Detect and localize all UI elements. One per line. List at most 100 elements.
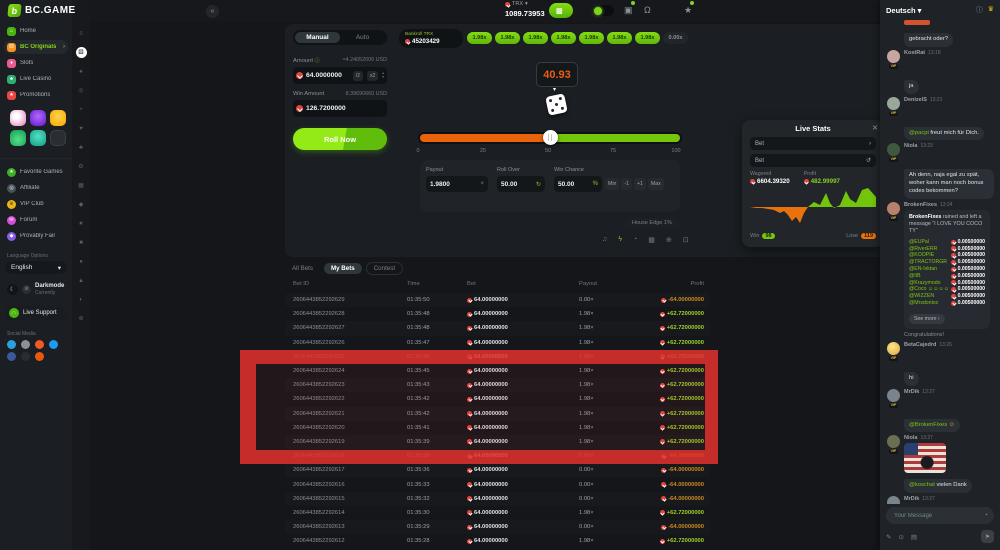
logo[interactable]: b BC.GAME (8, 4, 76, 17)
rain-recipient-name[interactable]: @IIB (909, 273, 921, 280)
amount-stepper[interactable]: ▴ ▾ (382, 72, 384, 80)
chat-image[interactable] (904, 443, 946, 473)
table-row[interactable]: 2606443852292616 01:35:33 64.00000000 0.… (285, 477, 710, 491)
rail-game-icon[interactable]: ● (76, 256, 87, 267)
rail-game-icon[interactable]: ⚄ (76, 47, 87, 58)
table-row[interactable]: 2606443852292613 01:35:29 64.00000000 0.… (285, 520, 710, 534)
table-row[interactable]: 2606443852292627 01:35:48 64.00000000 1.… (285, 321, 710, 335)
emoji-picker-icon[interactable]: ◔ (984, 512, 988, 519)
social-icon[interactable] (21, 352, 30, 361)
sidebar-item[interactable]: ✉ Forum (4, 213, 68, 227)
rain-recipient-name[interactable]: @RiverERR (909, 246, 937, 253)
social-icon[interactable] (35, 352, 44, 361)
win-chance-step-button[interactable]: +1 (634, 178, 646, 190)
sidebar-item[interactable]: ♛ VIP Club (4, 197, 68, 211)
game-toolbar-icon[interactable]: ⊡ (683, 236, 689, 244)
darkmode-toggle[interactable]: ☾ ⚙ Darkmode Currently (7, 283, 67, 296)
recent-result-pill[interactable]: 1.98x (635, 32, 660, 44)
rail-game-icon[interactable]: ≡ (76, 28, 87, 39)
sidebar-item[interactable]: ◆ Provably Fair (4, 229, 68, 243)
avatar[interactable] (887, 202, 900, 215)
sidebar-item[interactable]: ♣ Live Casino › (4, 72, 68, 86)
rail-game-icon[interactable]: ■ (76, 237, 87, 248)
recent-result-pill[interactable]: 1.98x (467, 32, 492, 44)
chat-username[interactable]: Niola (904, 143, 917, 149)
win-chance-step-button[interactable]: Min (605, 178, 619, 190)
table-row[interactable]: 2606443852292612 01:35:28 64.00000000 1.… (285, 534, 710, 548)
social-icon[interactable] (7, 352, 16, 361)
chat-username[interactable]: MrDik (904, 389, 919, 395)
chat-username[interactable]: BrokenFixes (904, 202, 937, 208)
game-shortcut-tile[interactable] (10, 130, 26, 146)
rain-recipient-name[interactable]: @Krazymodo (909, 280, 941, 287)
game-toolbar-icon[interactable]: ϟ (618, 236, 622, 244)
win-chance-input[interactable]: 50.00 % (554, 176, 602, 192)
chat-username[interactable]: Niola (904, 435, 917, 441)
see-more-button[interactable]: See more › (909, 314, 945, 324)
view-toggle[interactable] (592, 5, 614, 16)
recent-result-pill[interactable]: 1.98x (551, 32, 576, 44)
recent-result-pill[interactable]: 1.98x (495, 32, 520, 44)
rain-recipient-name[interactable]: @KOOPIE (909, 252, 934, 259)
roll-now-button[interactable]: Roll Now (293, 128, 387, 150)
game-shortcut-tile[interactable] (50, 110, 66, 126)
slider-handle[interactable] (543, 130, 558, 145)
chat-username[interactable]: DenizelS (904, 97, 927, 103)
game-toolbar-icon[interactable]: ⊕ (666, 236, 672, 244)
sidebar-item[interactable]: ⌂ Home › (4, 24, 68, 38)
trophy-icon[interactable]: ♛ (988, 5, 994, 15)
sidebar-collapse-button[interactable]: « (206, 5, 219, 18)
rain-recipient-name[interactable]: @EUPal (909, 239, 929, 246)
chat-tool-icon[interactable]: ⊙ (898, 533, 903, 541)
recent-result-pill[interactable]: 1.98x (607, 32, 632, 44)
chat-tool-icon[interactable]: ▤ (911, 533, 917, 541)
rail-game-icon[interactable]: + (76, 104, 87, 115)
rain-recipient-name[interactable]: @EN-Ivktan (909, 266, 937, 273)
chat-language-select[interactable]: Deutsch▾ (886, 6, 921, 15)
chat-username[interactable]: MrDik (904, 496, 919, 502)
quests-icon[interactable]: ★ (684, 3, 692, 17)
social-icon[interactable] (7, 340, 16, 349)
close-icon[interactable]: ✕ (872, 124, 878, 132)
rail-game-icon[interactable]: ★ (76, 218, 87, 229)
rail-game-icon[interactable]: ♠ (76, 66, 87, 77)
chat-rules-icon[interactable]: ⓘ (976, 5, 983, 15)
avatar[interactable] (887, 97, 900, 110)
social-icon[interactable] (21, 340, 30, 349)
bets-tab[interactable]: Contest (366, 262, 403, 275)
avatar[interactable] (887, 50, 900, 63)
tab-auto[interactable]: Auto (340, 32, 385, 43)
balance-display[interactable]: TRX ▾ 1089.73953 (505, 2, 545, 17)
rail-game-icon[interactable]: ⊕ (76, 313, 87, 324)
game-shortcut-tile[interactable] (50, 130, 66, 146)
rail-game-icon[interactable]: ⚙ (76, 161, 87, 172)
roll-slider[interactable] (418, 132, 682, 144)
reset-icon[interactable]: ↺ (866, 157, 871, 164)
recent-result-pill[interactable]: 1.98x (523, 32, 548, 44)
avatar[interactable] (887, 496, 900, 504)
game-shortcut-tile[interactable] (30, 110, 46, 126)
bet-amount-input[interactable]: 64.0000000 /2 x2 ▴ ▾ (293, 67, 387, 84)
rewards-icon[interactable]: ▣ (624, 3, 633, 17)
win-chance-step-button[interactable]: Max (648, 178, 664, 190)
win-amount-input[interactable]: 126.7200000 (293, 100, 387, 117)
live-support-button[interactable]: ∩ Live Support (5, 306, 67, 321)
sidebar-item[interactable]: ★ Promotions › (4, 88, 68, 102)
recent-result-pill[interactable]: 1.98x (579, 32, 604, 44)
rail-game-icon[interactable]: ◐ (76, 294, 87, 305)
table-row[interactable]: 2606443852292629 01:35:50 64.00000000 0.… (285, 293, 710, 307)
bankroll-display[interactable]: Bankroll TRX 45203429 (399, 29, 463, 48)
tab-manual[interactable]: Manual (295, 32, 340, 43)
bell-icon[interactable]: Ω (644, 3, 651, 17)
wallet-button[interactable]: ▥ (549, 3, 573, 18)
rain-recipient-name[interactable]: @Coco ☺☺☺☺ (909, 286, 949, 293)
social-icon[interactable] (35, 340, 44, 349)
bets-tab[interactable]: My Bets (324, 263, 362, 274)
game-toolbar-icon[interactable]: ◔ (633, 236, 637, 244)
avatar[interactable] (887, 143, 900, 156)
payout-input[interactable]: 1.9800 × (426, 176, 488, 192)
language-select[interactable]: English ▾ (5, 261, 67, 274)
rain-recipient-name[interactable]: @Mrsdontso (909, 300, 938, 307)
bets-tab[interactable]: All Bets (285, 263, 320, 274)
user-mention[interactable]: @koschat (909, 482, 935, 488)
